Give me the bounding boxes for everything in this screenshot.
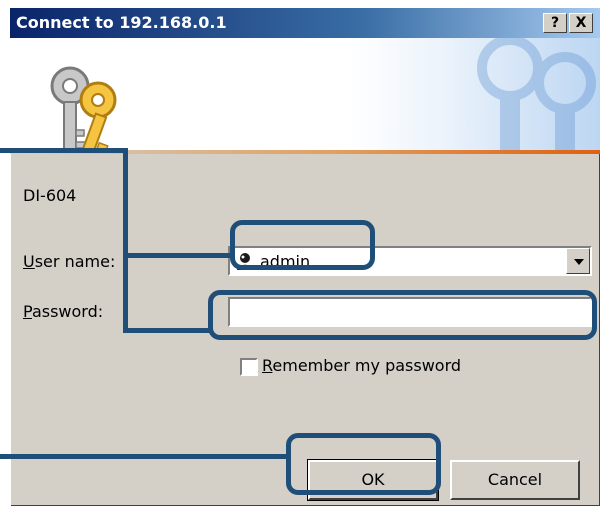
callout-connector xyxy=(123,328,213,333)
password-label-rest: assword: xyxy=(31,302,104,321)
callout-connector xyxy=(0,148,128,153)
window-title: Connect to 192.168.0.1 xyxy=(16,13,227,32)
cancel-button[interactable]: Cancel xyxy=(450,460,580,500)
callout-connector xyxy=(0,454,290,459)
remember-password-checkbox[interactable] xyxy=(240,358,258,376)
header-banner xyxy=(10,38,600,150)
username-label-accel: U xyxy=(23,252,35,271)
title-bar: Connect to 192.168.0.1 ? X xyxy=(10,8,600,38)
dropdown-arrow-icon[interactable] xyxy=(566,248,590,274)
ok-callout xyxy=(286,433,441,495)
callout-connector xyxy=(123,148,128,333)
remember-label-accel: R xyxy=(262,356,273,375)
username-label: User name: xyxy=(23,252,115,271)
callout-connector xyxy=(128,253,233,258)
password-label-accel: P xyxy=(23,302,32,321)
username-callout xyxy=(230,220,375,270)
password-callout xyxy=(208,290,597,340)
remember-password-label[interactable]: Remember my password xyxy=(262,356,461,375)
password-label: Password: xyxy=(23,302,103,321)
close-icon[interactable]: X xyxy=(569,13,593,33)
keys-icon xyxy=(50,66,117,150)
username-label-rest: ser name: xyxy=(34,252,116,271)
ghost-keys-icon xyxy=(477,38,596,150)
remember-label-rest: emember my password xyxy=(272,356,462,375)
device-label: DI-604 xyxy=(23,186,77,205)
help-icon[interactable]: ? xyxy=(543,13,567,33)
